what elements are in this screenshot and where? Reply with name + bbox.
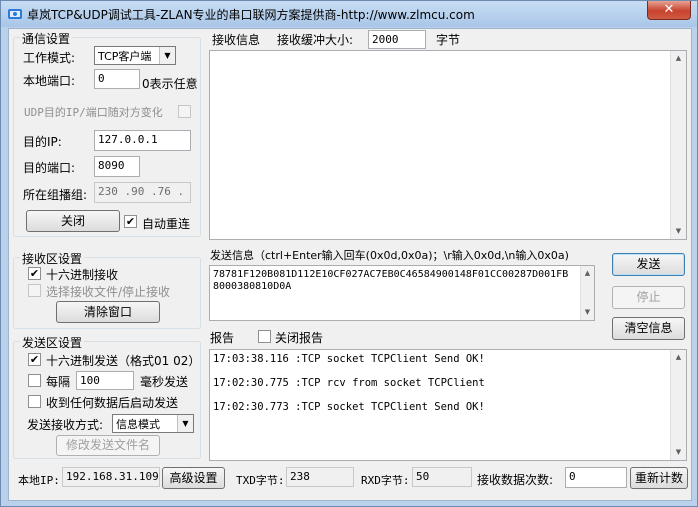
interval-label: 每隔 (46, 375, 71, 389)
app-icon (8, 9, 22, 19)
recv-count-label: 接收数据次数: (477, 473, 554, 487)
auto-send-label: 收到任何数据后启动发送 (46, 396, 179, 410)
scroll-up-icon[interactable]: ▲ (581, 266, 594, 281)
report-label: 报告 (210, 331, 235, 345)
auto-send-checkbox[interactable] (28, 395, 41, 408)
reset-count-button[interactable]: 重新计数 (630, 467, 688, 489)
dest-ip-label: 目的IP: (23, 135, 62, 149)
multicast-input[interactable]: 230 .90 .76 . 1 (94, 182, 191, 203)
dest-port-label: 目的端口: (23, 161, 76, 175)
clear-info-button[interactable]: 清空信息 (612, 317, 685, 340)
auto-reconnect-checkbox[interactable]: ✔ (124, 215, 137, 228)
buffer-size-label: 接收缓冲大小: (277, 33, 354, 47)
local-port-hint: 0表示任意 (142, 77, 198, 91)
receive-info-label: 接收信息 (212, 33, 261, 47)
send-mode-select[interactable]: 信息模式 ▼ (112, 414, 194, 433)
recv-hex-checkbox[interactable]: ✔ (28, 267, 41, 280)
scroll-up-icon[interactable]: ▲ (671, 51, 686, 66)
send-content: 78781F120B081D112E10CF027AC7EB0C46584900… (213, 269, 569, 292)
mode-select[interactable]: TCP客户端 ▼ (94, 46, 176, 65)
send-hex-checkbox[interactable]: ✔ (28, 353, 41, 366)
client-area: 通信设置 工作模式: TCP客户端 ▼ 本地端口: 0 0表示任意 UDP目的I… (8, 28, 692, 501)
mode-select-value: TCP客户端 (98, 50, 152, 63)
interval-unit: 毫秒发送 (140, 375, 189, 389)
auto-reconnect-label: 自动重连 (142, 217, 191, 231)
app-window: 卓岚TCP&UDP调试工具-ZLAN专业的串口联网方案提供商-http://ww… (0, 0, 698, 507)
check-icon: ✔ (29, 353, 40, 366)
send-mode-label: 发送接收方式: (27, 418, 104, 432)
buffer-size-input[interactable]: 2000 (368, 30, 426, 49)
stop-button[interactable]: 停止 (612, 286, 685, 309)
receive-scrollbar[interactable]: ▲ ▼ (670, 51, 686, 239)
report-line: 17:03:38.116 :TCP socket TCPClient Send … (213, 353, 485, 365)
scroll-down-icon[interactable]: ▼ (671, 224, 686, 239)
send-button[interactable]: 发送 (612, 253, 685, 276)
send-scrollbar[interactable]: ▲ ▼ (580, 266, 594, 320)
interval-checkbox[interactable] (28, 374, 41, 387)
scroll-down-icon[interactable]: ▼ (671, 445, 686, 460)
clear-window-button[interactable]: 清除窗口 (56, 301, 160, 323)
recv-file-checkbox[interactable] (28, 284, 41, 297)
scroll-down-icon[interactable]: ▼ (581, 305, 594, 320)
check-icon: ✔ (125, 215, 136, 228)
local-port-input[interactable]: 0 (94, 69, 140, 89)
check-icon: ✔ (29, 267, 40, 280)
send-settings-title: 发送区设置 (20, 334, 85, 351)
mode-label: 工作模式: (23, 51, 76, 65)
report-line: 17:02:30.775 :TCP rcv from socket TCPCli… (213, 377, 485, 389)
interval-input[interactable]: 100 (76, 371, 134, 390)
local-ip-label: 本地IP: (18, 474, 60, 487)
modify-send-file-button[interactable]: 修改发送文件名 (56, 435, 160, 456)
chevron-down-icon[interactable]: ▼ (159, 47, 175, 64)
multicast-label: 所在组播组: (23, 188, 88, 202)
local-ip-value: 192.168.31.109 (62, 467, 160, 487)
udp-follow-label: UDP目的IP/端口随对方变化 (24, 106, 163, 119)
send-textarea[interactable]: 78781F120B081D112E10CF027AC7EB0C46584900… (209, 265, 595, 321)
txd-label: TXD字节: (236, 474, 285, 487)
window-title: 卓岚TCP&UDP调试工具-ZLAN专业的串口联网方案提供商-http://ww… (27, 8, 475, 22)
send-info-label: 发送信息（ctrl+Enter输入回车(0x0d,0x0a)；\r输入0x0d,… (210, 249, 569, 262)
scroll-up-icon[interactable]: ▲ (671, 350, 686, 365)
recv-hex-label: 十六进制接收 (46, 268, 119, 282)
dest-ip-input[interactable]: 127.0.0.1 (94, 130, 191, 151)
connect-close-button[interactable]: 关闭 (26, 210, 120, 232)
close-icon: ✕ (663, 2, 675, 17)
udp-follow-checkbox[interactable] (178, 105, 191, 118)
comm-settings-title: 通信设置 (20, 30, 73, 47)
report-textarea[interactable]: 17:03:38.116 :TCP socket TCPClient Send … (209, 349, 687, 461)
receive-textarea[interactable]: ▲ ▼ (209, 50, 687, 240)
report-scrollbar[interactable]: ▲ ▼ (670, 350, 686, 460)
title-bar[interactable]: 卓岚TCP&UDP调试工具-ZLAN专业的串口联网方案提供商-http://ww… (1, 1, 697, 27)
txd-value: 238 (286, 467, 354, 487)
send-mode-value: 信息模式 (116, 418, 160, 431)
close-report-label: 关闭报告 (275, 331, 324, 345)
dest-port-input[interactable]: 8090 (94, 156, 140, 177)
send-hex-label: 十六进制发送（格式01 02） (46, 354, 201, 368)
rxd-value: 50 (412, 467, 472, 487)
local-port-label: 本地端口: (23, 74, 76, 88)
close-report-checkbox[interactable] (258, 330, 271, 343)
report-line: 17:02:30.773 :TCP socket TCPClient Send … (213, 401, 485, 413)
close-window-button[interactable]: ✕ (647, 1, 691, 20)
recv-count-input[interactable]: 0 (565, 467, 627, 488)
buffer-unit-label: 字节 (436, 33, 461, 47)
rxd-label: RXD字节: (361, 474, 410, 487)
recv-settings-title: 接收区设置 (20, 250, 85, 267)
advanced-settings-button[interactable]: 高级设置 (162, 467, 225, 489)
chevron-down-icon[interactable]: ▼ (177, 415, 193, 432)
recv-file-label: 选择接收文件/停止接收 (46, 285, 171, 299)
